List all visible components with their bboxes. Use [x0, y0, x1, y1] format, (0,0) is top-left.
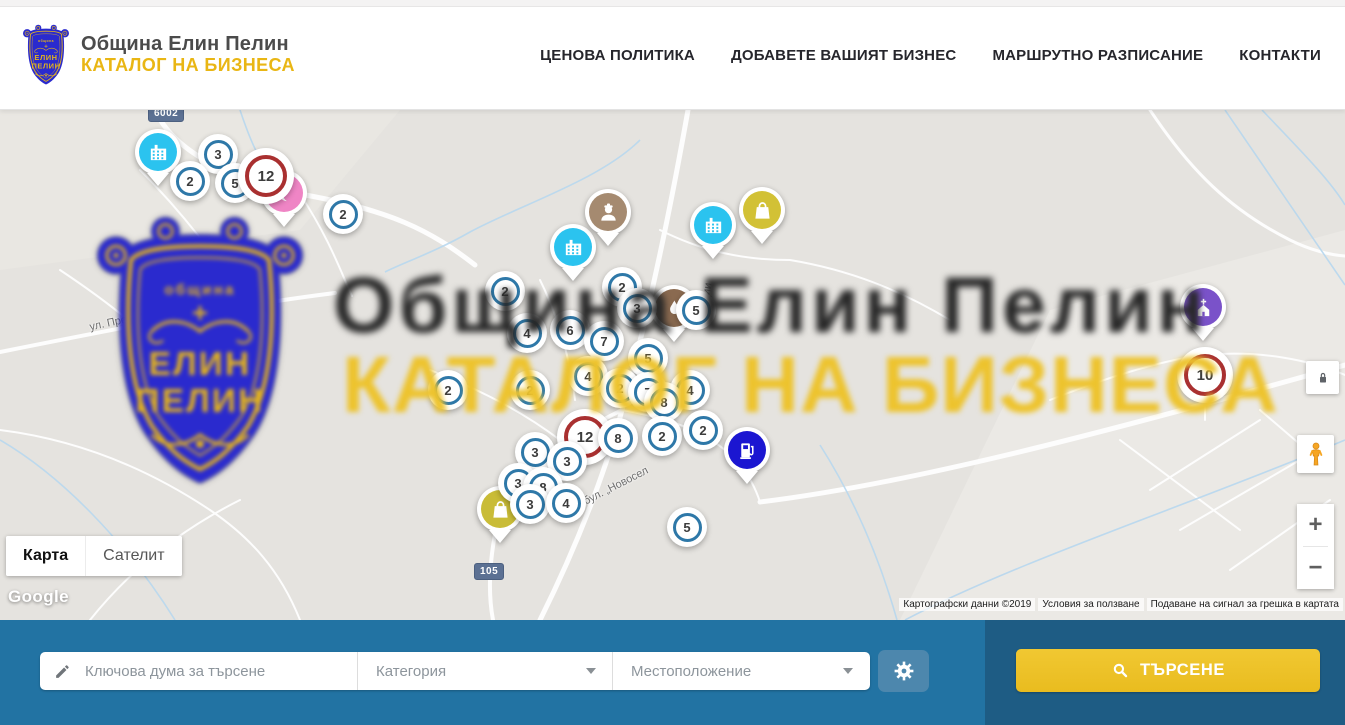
- road-number-chip: 6002: [148, 110, 184, 122]
- map-cluster-marker[interactable]: 2: [170, 161, 210, 201]
- site-logo[interactable]: Община Елин Пелин КАТАЛОГ НА БИЗНЕСА: [20, 24, 295, 86]
- map-cluster-marker[interactable]: 8: [598, 418, 638, 458]
- map-cluster-marker[interactable]: 3: [617, 288, 657, 328]
- cluster-count: 8: [604, 424, 633, 453]
- site-subtitle: КАТАЛОГ НА БИЗНЕСА: [81, 55, 295, 77]
- map-pin-factory-icon[interactable]: [690, 202, 736, 248]
- street-label: ул. Преслав: [89, 309, 152, 334]
- cluster-count: 5: [634, 344, 663, 373]
- cluster-count: 2: [176, 167, 205, 196]
- pegman-street-view-icon[interactable]: [1297, 435, 1334, 473]
- attribution-report-link[interactable]: Подаване на сигнал за грешка в картата: [1147, 598, 1343, 611]
- map-type-map-button[interactable]: Карта: [6, 536, 85, 576]
- category-select[interactable]: Категория: [358, 652, 613, 690]
- map-cluster-marker[interactable]: 2: [683, 410, 723, 450]
- category-select-value: Категория: [376, 663, 446, 680]
- map-attribution: Картографски данни ©2019 Условия за полз…: [899, 598, 1343, 611]
- map-cluster-marker[interactable]: 5: [667, 507, 707, 547]
- map-cluster-marker[interactable]: 2: [485, 271, 525, 311]
- site-title: Община Елин Пелин: [81, 33, 295, 55]
- search-button[interactable]: ТЪРСЕНЕ: [1016, 649, 1320, 692]
- map-cluster-marker[interactable]: 3: [510, 484, 550, 524]
- search-input-group: Категория Местоположение: [40, 652, 870, 690]
- site-header: Община Елин Пелин КАТАЛОГ НА БИЗНЕСА ЦЕН…: [0, 0, 1345, 110]
- cluster-count: 2: [689, 416, 718, 445]
- chevron-down-icon: [586, 668, 596, 674]
- top-strip: [0, 0, 1345, 7]
- main-nav: ЦЕНОВА ПОЛИТИКА ДОБАВЕТЕ ВАШИЯТ БИЗНЕС М…: [540, 0, 1321, 110]
- map-cluster-marker[interactable]: 2: [323, 194, 363, 234]
- street-label: бул. „Новосел: [582, 465, 651, 508]
- map-pin-bag-icon[interactable]: [739, 187, 785, 233]
- map-type-control: Карта Сателит: [6, 536, 182, 576]
- road-number-chip: 105: [474, 563, 504, 580]
- lock-icon[interactable]: [1306, 361, 1339, 394]
- cluster-count: 5: [673, 513, 702, 542]
- pencil-icon: [54, 663, 71, 680]
- advanced-search-button[interactable]: [878, 650, 929, 692]
- search-icon: [1111, 661, 1130, 680]
- cluster-count: 3: [623, 294, 652, 323]
- cluster-count: 6: [556, 316, 585, 345]
- cluster-count: 4: [513, 319, 542, 348]
- zoom-control: + −: [1297, 504, 1334, 589]
- cluster-count: 8: [650, 388, 679, 417]
- attribution-terms-link[interactable]: Условия за ползване: [1038, 598, 1143, 611]
- chevron-down-icon: [843, 668, 853, 674]
- cluster-count: 4: [552, 489, 581, 518]
- cluster-count: 3: [553, 447, 582, 476]
- zoom-in-button[interactable]: +: [1297, 504, 1334, 546]
- cluster-count: 3: [516, 490, 545, 519]
- cluster-count: 4: [574, 362, 603, 391]
- keyword-search-input[interactable]: [83, 662, 349, 681]
- nav-route-schedule[interactable]: МАРШРУТНО РАЗПИСАНИЕ: [992, 47, 1203, 64]
- cluster-count: 2: [516, 376, 545, 405]
- cluster-count: 12: [245, 155, 287, 197]
- google-logo[interactable]: Google: [8, 587, 69, 607]
- cluster-count: 7: [590, 327, 619, 356]
- attribution-copyright: Картографски данни ©2019: [899, 598, 1035, 611]
- map-pin-factory-icon[interactable]: [550, 224, 596, 270]
- map-pin-church-icon[interactable]: [1180, 284, 1226, 330]
- search-bar-right-panel: ТЪРСЕНЕ: [985, 620, 1345, 725]
- location-select-value: Местоположение: [631, 663, 751, 680]
- search-button-label: ТЪРСЕНЕ: [1140, 661, 1225, 680]
- map-cluster-marker[interactable]: 2: [510, 370, 550, 410]
- nav-contacts[interactable]: КОНТАКТИ: [1239, 47, 1321, 64]
- cluster-count: 10: [1184, 354, 1226, 396]
- map-pin-worker-icon[interactable]: [585, 189, 631, 235]
- map-cluster-marker[interactable]: 4: [507, 313, 547, 353]
- search-bar: Категория Местоположение: [0, 620, 1345, 725]
- cluster-count: 3: [521, 438, 550, 467]
- map-cluster-marker[interactable]: 12: [238, 148, 294, 204]
- cluster-count: 2: [434, 376, 463, 405]
- map-canvas[interactable]: ул. Преславбул. „Новоселции6002105325122…: [0, 110, 1345, 620]
- zoom-out-button[interactable]: −: [1297, 547, 1334, 589]
- gear-icon: [892, 659, 916, 683]
- municipality-emblem-icon: [20, 24, 72, 86]
- map-pin-fuel-icon[interactable]: [724, 427, 770, 473]
- nav-add-your-business[interactable]: ДОБАВЕТЕ ВАШИЯТ БИЗНЕС: [731, 47, 956, 64]
- page: Община Елин Пелин КАТАЛОГ НА БИЗНЕСА ЦЕН…: [0, 0, 1345, 725]
- cluster-count: 2: [491, 277, 520, 306]
- map-cluster-marker[interactable]: 7: [584, 321, 624, 361]
- map-cluster-marker[interactable]: 10: [1177, 347, 1233, 403]
- cluster-count: 5: [682, 296, 711, 325]
- map-cluster-marker[interactable]: 2: [428, 370, 468, 410]
- map-type-satellite-button[interactable]: Сателит: [85, 536, 181, 576]
- brand-text: Община Елин Пелин КАТАЛОГ НА БИЗНЕСА: [81, 33, 295, 77]
- cluster-count: 2: [329, 200, 358, 229]
- keyword-field-wrap: [40, 652, 358, 690]
- map-cluster-marker[interactable]: 5: [676, 290, 716, 330]
- map-cluster-marker[interactable]: 4: [546, 483, 586, 523]
- cluster-count: 2: [648, 422, 677, 451]
- map-cluster-marker[interactable]: 2: [642, 416, 682, 456]
- nav-price-policy[interactable]: ЦЕНОВА ПОЛИТИКА: [540, 47, 695, 64]
- location-select[interactable]: Местоположение: [613, 652, 869, 690]
- map-markers-layer: ул. Преславбул. „Новоселции6002105325122…: [0, 110, 1345, 620]
